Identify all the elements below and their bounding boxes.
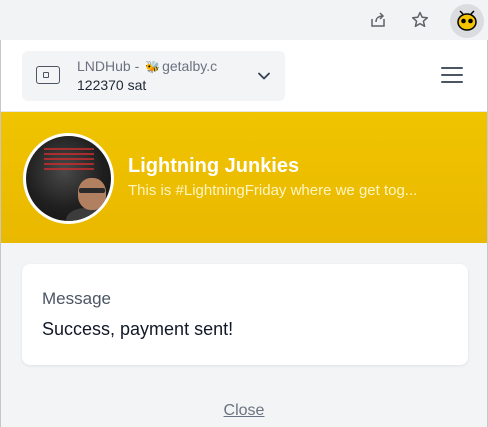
chevron-down-icon [258,72,270,80]
menu-icon[interactable] [441,67,465,85]
site-title: Lightning Junkies [128,155,300,177]
popup-header: LNDHub - 🐝 getalby.c 122370 sat [1,40,487,112]
wallet-icon [36,66,60,84]
account-name: LNDHub - 🐝 getalby.c [77,58,247,74]
account-name-prefix: LNDHub - [77,58,144,74]
message-text: Success, payment sent! [42,319,234,339]
close-link[interactable]: Close [1,402,487,420]
account-name-suffix: getalby.c [162,58,218,74]
browser-toolbar [0,0,488,40]
site-avatar [23,133,114,224]
account-selector[interactable]: LNDHub - 🐝 getalby.c 122370 sat [22,51,285,101]
account-balance: 122370 sat [77,77,147,93]
message-card: Message Success, payment sent! [22,264,468,365]
site-banner: Lightning Junkies This is #LightningFrid… [1,112,487,243]
message-label: Message [42,289,111,308]
share-icon[interactable] [366,8,390,32]
extension-icon[interactable] [450,4,484,38]
site-description: This is #LightningFriday where we get to… [128,182,418,199]
bee-icon: 🐝 [145,60,161,74]
star-icon[interactable] [408,8,432,32]
alby-popup: LNDHub - 🐝 getalby.c 122370 sat Lightning… [0,40,488,427]
